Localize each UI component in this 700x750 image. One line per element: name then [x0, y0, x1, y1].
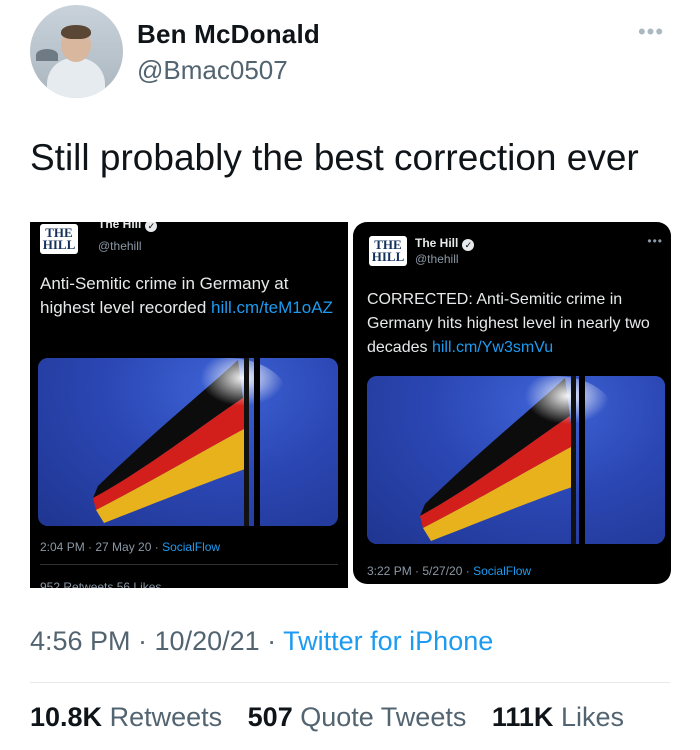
tweet-source-link[interactable]: Twitter for iPhone	[283, 626, 493, 656]
avatar-hair	[61, 25, 91, 39]
likes-stat[interactable]: 111K Likes	[492, 702, 624, 732]
avatar-shirt	[47, 58, 105, 98]
avatar-background-rock	[36, 49, 58, 61]
embedded-account-name: The Hill ✓	[98, 222, 158, 232]
embedded-tweet-text: CORRECTED: Anti-Semitic crime in Germany…	[367, 291, 650, 356]
embedded-link[interactable]: hill.cm/teM1oAZ	[211, 298, 333, 317]
flag-photo[interactable]	[38, 358, 338, 526]
verified-badge-icon: ✓	[145, 222, 158, 232]
embedded-account-handle: @thehill	[415, 252, 459, 266]
author-handle[interactable]: @Bmac0507	[137, 55, 288, 86]
divider	[40, 564, 338, 565]
embedded-tweet-right: THE HILL The Hill ✓ @thehill ••• CORRECTED…	[353, 222, 671, 584]
embedded-tweet-meta: 2:04 PM · 27 May 20 · SocialFlow	[40, 540, 221, 554]
tweet-media[interactable]: THE HILL The Hill ✓ @thehill Anti-Semitic …	[30, 222, 671, 596]
embedded-account-handle: @thehill	[98, 239, 142, 253]
tweet-stats: 10.8K Retweets 507 Quote Tweets 111K Lik…	[30, 702, 642, 733]
retweets-stat[interactable]: 10.8K Retweets	[30, 702, 222, 732]
more-horizontal-icon[interactable]: •••	[647, 234, 663, 248]
embedded-stats-partial: 952 Retweets 56 Likes	[40, 580, 162, 588]
the-hill-logo: THE HILL	[369, 236, 407, 266]
embedded-tweet-left: THE HILL The Hill ✓ @thehill Anti-Semitic …	[30, 222, 348, 588]
avatar[interactable]	[30, 5, 123, 98]
embedded-source[interactable]: SocialFlow	[162, 540, 220, 554]
tweet-header: Ben McDonald @Bmac0507 •••	[30, 5, 670, 100]
divider	[30, 682, 670, 683]
embedded-source[interactable]: SocialFlow	[473, 564, 531, 578]
verified-badge-icon: ✓	[462, 239, 475, 251]
flag-photo[interactable]	[367, 376, 665, 544]
embedded-link[interactable]: hill.cm/Yw3smVu	[432, 339, 553, 356]
tweet-timestamp: 4:56 PM · 10/20/21 · Twitter for iPhone	[30, 626, 494, 656]
tweet-text: Still probably the best correction ever	[30, 137, 639, 178]
embedded-tweet-text: Anti-Semitic crime in Germany at highest…	[40, 274, 333, 317]
quote-tweets-stat[interactable]: 507 Quote Tweets	[248, 702, 467, 732]
embedded-account-name: The Hill ✓	[415, 236, 475, 251]
more-horizontal-icon[interactable]: •••	[634, 21, 668, 43]
german-flag-graphic	[420, 376, 615, 541]
the-hill-logo: THE HILL	[40, 224, 78, 254]
author-name[interactable]: Ben McDonald	[137, 19, 320, 50]
german-flag-graphic	[93, 358, 288, 523]
embedded-tweet-meta: 3:22 PM · 5/27/20 · SocialFlow	[367, 564, 532, 578]
